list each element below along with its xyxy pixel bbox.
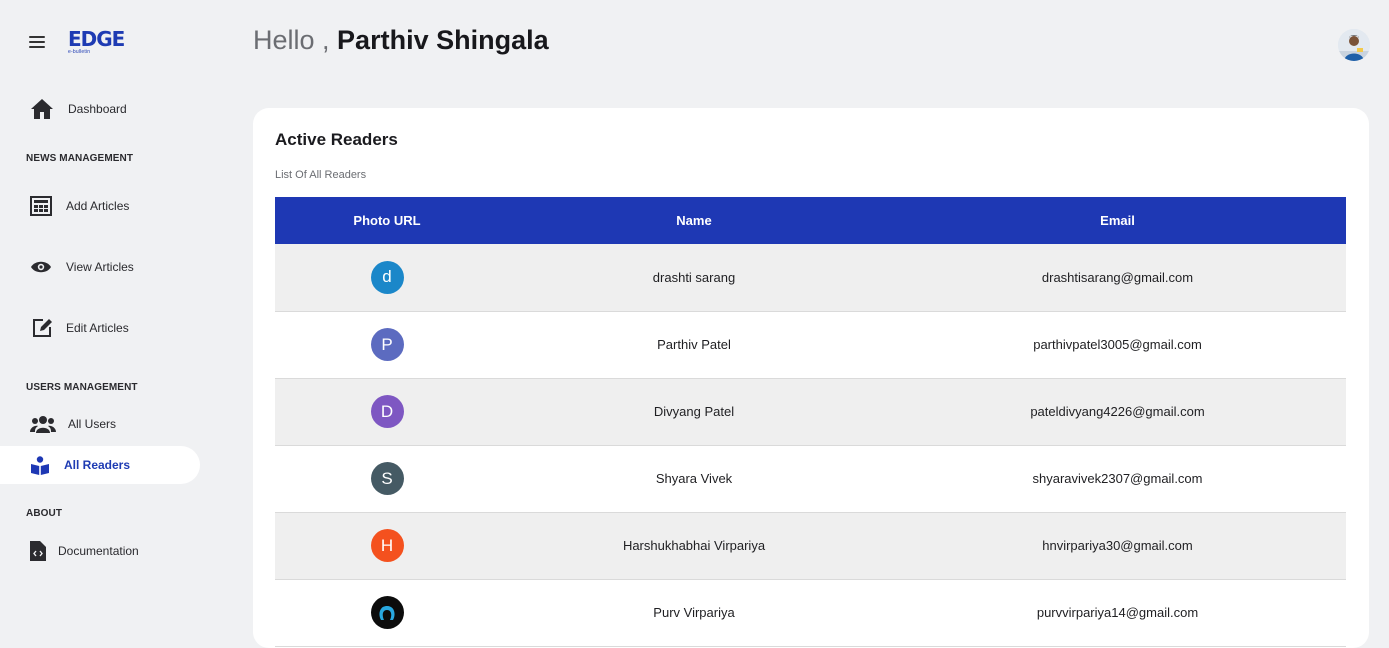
user-avatar[interactable] <box>1338 29 1370 61</box>
reader-avatar <box>370 596 404 629</box>
logo-text: EDGE <box>68 27 125 51</box>
card-subtitle: List Of All Readers <box>275 169 367 181</box>
name-cell: Parthiv Patel <box>657 337 731 352</box>
sidebar-item-label: Edit Articles <box>66 321 129 335</box>
section-heading-users: USERS MANAGEMENT <box>26 382 138 393</box>
sidebar-item-documentation[interactable]: Documentation <box>0 532 200 570</box>
email-cell: drashtisarang@gmail.com <box>1041 269 1194 285</box>
email-cell: hnvirpariya30@gmail.com <box>1042 538 1193 553</box>
avatar-image <box>1338 29 1370 61</box>
name-cell: Shyara Vivek <box>655 471 733 486</box>
sidebar-item-label: Add Articles <box>66 199 130 213</box>
column-header-email[interactable]: Email <box>889 197 1346 244</box>
reader-avatar: d <box>370 260 404 294</box>
table-row[interactable]: d drashti sarang drashtisarang@gmail.com <box>275 244 1346 311</box>
sidebar-item-dashboard[interactable]: Dashboard <box>0 90 200 128</box>
table-row[interactable]: H Harshukhabhai Virpariya hnvirpariya30@… <box>275 512 1346 579</box>
name-cell: Harshukhabhai Virpariya <box>622 538 766 553</box>
section-heading-about: ABOUT <box>26 508 63 519</box>
photo-cell: D <box>275 378 499 445</box>
readers-card: Active Readers List Of All Readers Photo… <box>253 108 1369 648</box>
sidebar: EDGE e-bulletin Dashboard NEWS MANAGEMEN… <box>0 0 215 630</box>
greeting-text: Hello , <box>253 25 330 55</box>
column-header-name[interactable]: Name <box>499 197 889 244</box>
readers-table: Photo URL Name Email d drashti sarang dr… <box>275 197 1346 647</box>
code-file-icon <box>30 541 46 561</box>
app-logo[interactable]: EDGE e-bulletin <box>68 27 125 56</box>
sidebar-item-view-articles[interactable]: View Articles <box>0 248 200 286</box>
table-row[interactable]: P Parthiv Patel parthivpatel3005@gmail.c… <box>275 311 1346 378</box>
table-row[interactable]: D Divyang Patel pateldivyang4226@gmail.c… <box>275 378 1346 445</box>
horseshoe-icon <box>379 605 395 620</box>
photo-cell: S <box>275 445 499 512</box>
reader-avatar: S <box>370 462 404 495</box>
email-cell: pateldivyang4226@gmail.com <box>1030 404 1205 419</box>
edit-icon <box>31 317 53 339</box>
photo-cell <box>275 579 499 646</box>
photo-cell: d <box>275 244 499 311</box>
table-icon <box>30 196 52 216</box>
card-title: Active Readers <box>275 130 398 149</box>
photo-cell: H <box>275 512 499 579</box>
photo-cell: P <box>275 311 499 378</box>
sidebar-item-all-users[interactable]: All Users <box>0 405 200 443</box>
sidebar-item-label: All Users <box>68 417 117 431</box>
eye-icon <box>30 260 52 274</box>
table-row[interactable]: S Shyara Vivek shyaravivek2307@gmail.com <box>275 445 1346 512</box>
email-cell: shyaravivek2307@gmail.com <box>1032 471 1203 486</box>
sidebar-item-label: All Readers <box>64 458 131 472</box>
email-cell: parthivpatel3005@gmail.com <box>1033 337 1202 352</box>
reader-avatar: P <box>370 328 404 361</box>
page-greeting: Hello , Parthiv Shingala <box>253 25 549 56</box>
reader-avatar: D <box>370 395 404 428</box>
users-icon <box>30 415 56 433</box>
sidebar-item-add-articles[interactable]: Add Articles <box>0 187 200 225</box>
section-heading-news: NEWS MANAGEMENT <box>26 153 134 164</box>
email-cell: purvvirpariya14@gmail.com <box>1036 605 1199 620</box>
name-cell: drashti sarang <box>652 269 736 285</box>
logo-subtext: e-bulletin <box>68 49 91 55</box>
table-header-row: Photo URL Name Email <box>275 197 1346 244</box>
name-cell: Purv Virpariya <box>653 605 735 620</box>
sidebar-header: EDGE e-bulletin <box>29 27 125 56</box>
name-cell: Divyang Patel <box>653 404 735 419</box>
sidebar-item-label: Documentation <box>58 544 139 558</box>
sidebar-item-label: View Articles <box>66 260 134 274</box>
reader-avatar: H <box>370 529 404 562</box>
sidebar-item-label: Dashboard <box>68 102 127 116</box>
sidebar-item-edit-articles[interactable]: Edit Articles <box>0 309 200 347</box>
column-header-photo[interactable]: Photo URL <box>275 197 499 244</box>
reader-icon <box>30 455 50 475</box>
sidebar-item-all-readers[interactable]: All Readers <box>0 446 200 484</box>
table-row[interactable]: Purv Virpariya purvvirpariya14@gmail.com <box>275 579 1346 646</box>
menu-icon[interactable] <box>29 36 45 48</box>
home-icon <box>30 98 54 120</box>
user-name: Parthiv Shingala <box>337 25 549 55</box>
